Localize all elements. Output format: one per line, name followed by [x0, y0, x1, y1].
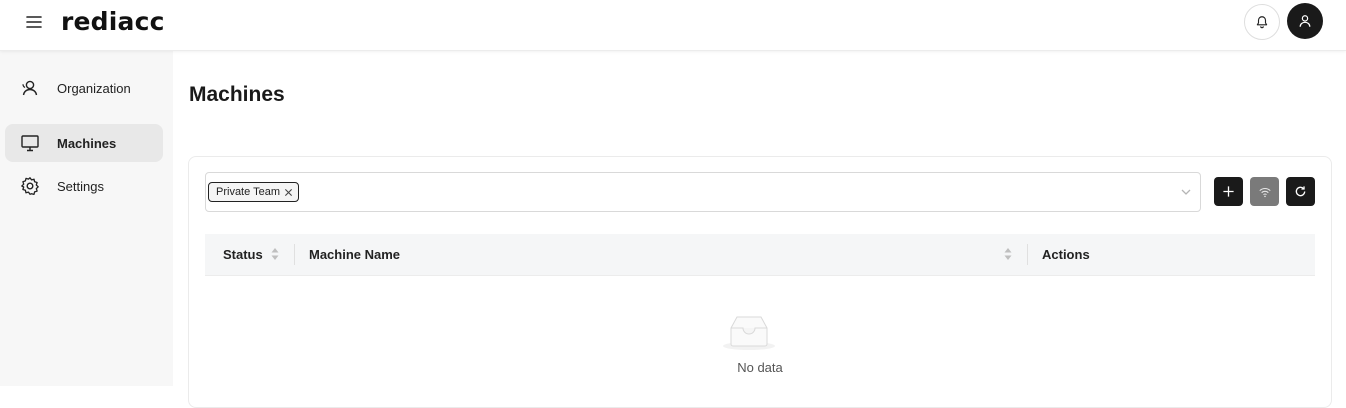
team-tag: Private Team: [208, 182, 299, 202]
column-header-label: Machine Name: [309, 247, 401, 262]
add-machine-button[interactable]: [1214, 177, 1243, 206]
team-tag-label: Private Team: [216, 186, 280, 198]
notifications-button[interactable]: [1244, 4, 1280, 40]
sidebar-item-label: Settings: [57, 178, 104, 194]
sort-icon[interactable]: [1004, 247, 1012, 261]
gear-icon: [21, 177, 39, 196]
refresh-icon: [1295, 186, 1306, 197]
sort-icon[interactable]: [271, 247, 279, 261]
bell-icon: [1256, 16, 1268, 29]
column-header-machine-name[interactable]: Machine Name: [309, 234, 400, 275]
page-title: Machines: [189, 83, 285, 106]
column-header-status[interactable]: Status: [223, 234, 263, 275]
team-filter-select[interactable]: Private Team: [205, 172, 1201, 212]
organization-icon: [22, 80, 38, 96]
sidebar: Organization Machines Settings: [0, 51, 173, 386]
close-icon[interactable]: [284, 188, 293, 197]
sidebar-item-settings[interactable]: Settings: [5, 167, 163, 205]
chevron-down-icon: [1181, 189, 1191, 195]
column-divider: [1027, 244, 1028, 265]
monitor-icon: [21, 135, 39, 152]
column-header-label: Actions: [1042, 247, 1090, 262]
table-header: Status Machine Name Actions: [205, 234, 1315, 276]
empty-state-text: No data: [737, 360, 783, 375]
sidebar-item-machines[interactable]: Machines: [5, 124, 163, 162]
column-header-label: Status: [223, 247, 263, 262]
machines-card: Private Team Status Machine Name Actions…: [188, 156, 1332, 408]
column-header-actions: Actions: [1042, 234, 1090, 275]
plus-icon: [1223, 186, 1234, 197]
sidebar-item-label: Machines: [57, 135, 117, 151]
wifi-icon: [1258, 187, 1271, 197]
app-logo[interactable]: rediacc: [61, 7, 165, 36]
user-icon: [1299, 15, 1311, 27]
sidebar-item-label: Organization: [57, 80, 131, 96]
sidebar-item-organization[interactable]: Organization: [5, 69, 163, 107]
column-divider: [294, 244, 295, 265]
connectivity-test-button[interactable]: [1250, 177, 1279, 206]
hamburger-menu-icon[interactable]: [24, 12, 44, 32]
top-header: rediacc: [0, 0, 1346, 51]
empty-inbox-icon: [723, 316, 775, 350]
user-menu-button[interactable]: [1287, 3, 1323, 39]
refresh-button[interactable]: [1286, 177, 1315, 206]
